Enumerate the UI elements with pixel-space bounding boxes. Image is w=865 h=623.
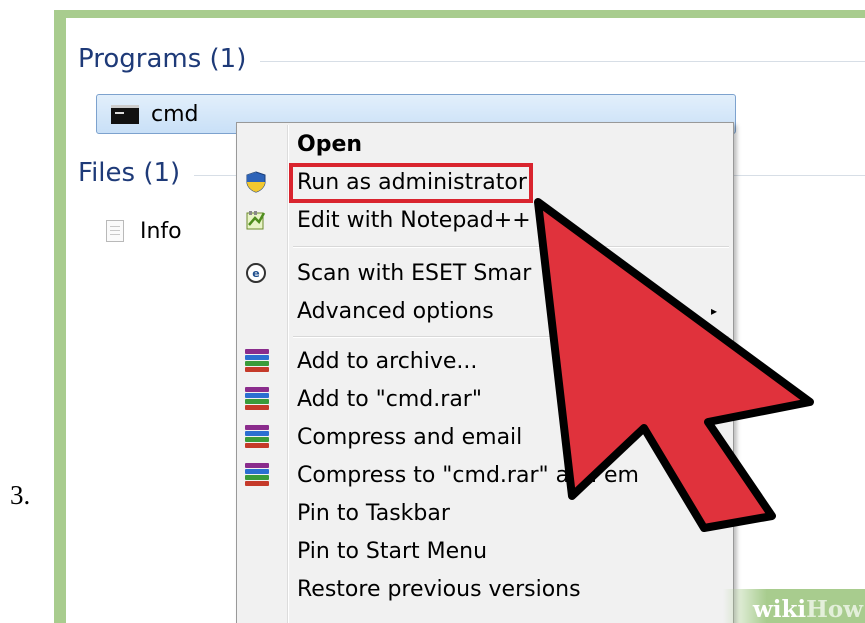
menu-item-label: Add to "cmd.rar" <box>297 386 482 412</box>
menu-item-label: Restore previous versions <box>297 576 581 602</box>
files-header-title: Files (1) <box>78 158 181 188</box>
winrar-icon <box>245 349 269 373</box>
section-divider <box>260 60 865 62</box>
menu-item-restore-previous-versions[interactable]: Restore previous versions <box>237 570 733 608</box>
menu-item-label: Pin to Start Menu <box>297 538 488 564</box>
svg-text:e: e <box>252 267 259 280</box>
cmd-icon <box>111 104 139 124</box>
program-result-label: cmd <box>151 101 199 127</box>
winrar-icon <box>245 425 269 449</box>
notepad-plus-plus-icon <box>246 211 266 230</box>
file-result-info[interactable]: Info <box>106 216 182 246</box>
menu-item-label: Compress and email <box>297 424 523 450</box>
winrar-icon <box>245 387 269 411</box>
wikihow-watermark: wiki How <box>723 589 865 623</box>
file-result-label: Info <box>140 218 182 244</box>
menu-item-label: Add to archive... <box>297 348 478 374</box>
document-icon <box>106 220 124 242</box>
menu-item-label: Edit with Notepad++ <box>297 207 531 233</box>
menu-item-label: Open <box>297 131 363 157</box>
menu-item-pin-to-start-menu[interactable]: Pin to Start Menu <box>237 532 733 570</box>
programs-section-header: Programs (1) <box>78 42 865 76</box>
menu-item-label: Advanced options <box>297 298 494 324</box>
start-menu-search-results: Programs (1) cmd Files (1) Info Open Run… <box>66 18 865 623</box>
pointer-arrow-icon <box>534 198 814 532</box>
eset-icon: e <box>246 263 266 283</box>
programs-header-title: Programs (1) <box>78 44 247 74</box>
uac-shield-icon <box>246 171 266 193</box>
menu-item-open[interactable]: Open <box>237 125 733 163</box>
screenshot-frame: Programs (1) cmd Files (1) Info Open Run… <box>54 10 865 623</box>
step-number: 3. <box>10 480 31 510</box>
highlight-box <box>289 163 533 203</box>
menu-item-label: Pin to Taskbar <box>297 500 450 526</box>
menu-item-label: Scan with ESET Smar <box>297 260 532 286</box>
winrar-icon <box>245 463 269 487</box>
